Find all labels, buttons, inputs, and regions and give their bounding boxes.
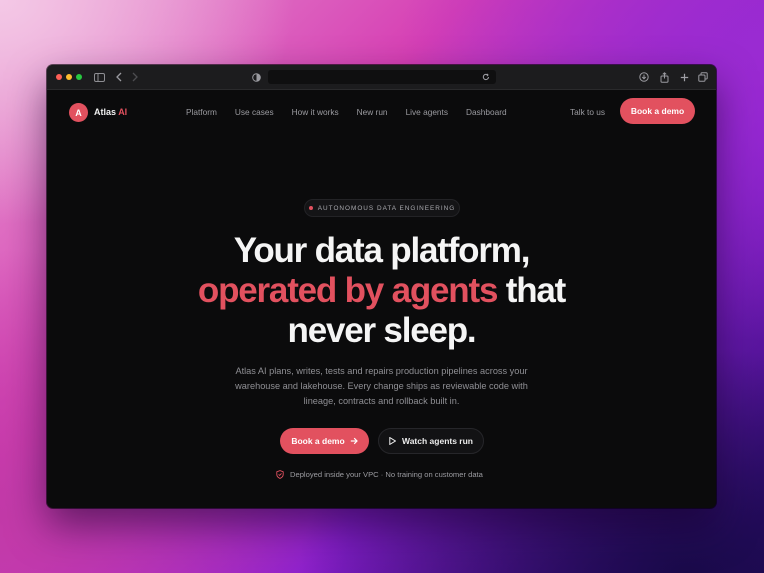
- nav-link-new-run[interactable]: New run: [357, 107, 388, 117]
- download-icon[interactable]: [637, 70, 651, 84]
- forward-icon[interactable]: [128, 70, 142, 84]
- site-nav: A Atlas AI Platform Use cases How it wor…: [47, 89, 716, 135]
- book-demo-nav-button[interactable]: Book a demo: [620, 98, 695, 124]
- book-demo-button[interactable]: Book a demo: [280, 428, 369, 454]
- watch-agents-button[interactable]: Watch agents run: [378, 428, 484, 454]
- zoom-window-button[interactable]: [76, 74, 82, 80]
- nav-link-how-it-works[interactable]: How it works: [292, 107, 339, 117]
- watch-agents-label: Watch agents run: [402, 436, 473, 446]
- eyebrow-badge: AUTONOMOUS DATA ENGINEERING: [304, 199, 460, 217]
- talk-to-us-link[interactable]: Talk to us: [570, 107, 605, 117]
- reload-icon[interactable]: [479, 70, 493, 84]
- nav-link-platform[interactable]: Platform: [186, 107, 217, 117]
- book-demo-label: Book a demo: [291, 436, 345, 446]
- close-window-button[interactable]: [56, 74, 62, 80]
- nav-links: Platform Use cases How it works New run …: [186, 107, 525, 117]
- eyebrow-text: AUTONOMOUS DATA ENGINEERING: [317, 204, 456, 212]
- headline-line-2-rest: that: [497, 271, 567, 310]
- headline-line-3: never sleep.: [287, 311, 477, 350]
- brand-name-text: Atlas: [94, 107, 117, 117]
- nav-link-live-agents[interactable]: Live agents: [406, 107, 448, 117]
- nav-link-dashboard[interactable]: Dashboard: [466, 107, 507, 117]
- trust-note-text: Deployed inside your VPC · No training o…: [290, 469, 483, 479]
- hero-subtitle: Atlas AI plans, writes, tests and repair…: [235, 366, 528, 406]
- minimize-window-button[interactable]: [66, 74, 72, 80]
- headline-line-2: operated by agents that: [87, 271, 676, 311]
- logo-icon[interactable]: A: [69, 103, 88, 122]
- nav-link-use-cases[interactable]: Use cases: [235, 107, 274, 117]
- tabs-icon[interactable]: [696, 70, 710, 84]
- hero-headline: Your data platform, operated by agents t…: [87, 231, 676, 351]
- headline-line-1: Your data platform,: [233, 231, 531, 270]
- plus-icon[interactable]: [677, 70, 691, 84]
- shield-icon[interactable]: [249, 70, 263, 84]
- brand-name-accent: AI: [118, 107, 128, 117]
- share-icon[interactable]: [657, 70, 671, 84]
- browser-toolbar: [47, 65, 716, 90]
- play-icon: [389, 437, 396, 445]
- arrow-right-icon: [350, 437, 358, 445]
- sidebar-icon[interactable]: [92, 70, 106, 84]
- browser-window: A Atlas AI Platform Use cases How it wor…: [47, 65, 716, 508]
- back-icon[interactable]: [112, 70, 126, 84]
- address-bar[interactable]: [268, 70, 496, 84]
- status-dot-icon: [308, 206, 313, 210]
- trust-note: Deployed inside your VPC · No training o…: [276, 468, 483, 480]
- brand-name[interactable]: Atlas AI: [94, 107, 127, 117]
- headline-highlight: operated by agents: [197, 271, 499, 310]
- shield-check-icon: [276, 469, 284, 479]
